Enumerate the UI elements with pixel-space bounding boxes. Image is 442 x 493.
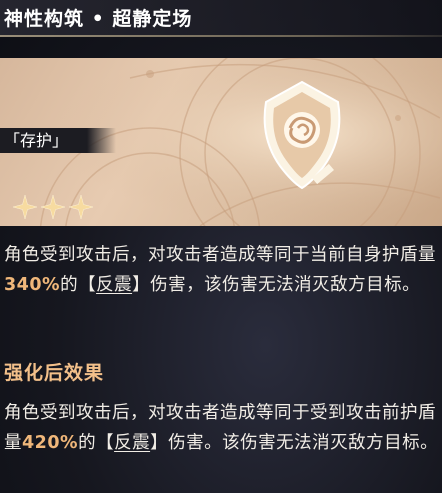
star-icon <box>40 194 66 220</box>
effect-text: 伤害，该伤害无法消灭敌方目标。 <box>150 275 421 295</box>
star-icon <box>68 194 94 220</box>
effect-text: 伤害。该伤害无法消灭敌方目标。 <box>168 433 439 453</box>
title-divider <box>0 35 442 37</box>
bracket: 】 <box>150 433 169 453</box>
star-icon <box>12 194 38 220</box>
enhanced-effect-title: 强化后效果 <box>4 362 105 384</box>
bracket: 【 <box>78 275 97 295</box>
effect-text: 角色受到攻击后，对攻击者造成等同于当前自身护盾量 <box>4 245 436 265</box>
shield-rose-icon <box>263 80 341 190</box>
category-tag: 「存护」 <box>0 128 116 153</box>
effect-text: 的 <box>60 275 79 295</box>
rarity-stars <box>12 194 94 220</box>
base-effect-text: 角色受到攻击后，对攻击者造成等同于当前自身护盾量 340%的【反震】伤害，该伤害无… <box>4 240 440 300</box>
shield-percent-value: 420% <box>22 433 79 453</box>
page-title: 神性构筑 • 超静定场 <box>4 8 193 30</box>
effect-text: 的 <box>78 433 97 453</box>
enhanced-effect-text: 角色受到攻击后，对攻击者造成等同于受到攻击前护盾量420%的【反震】伤害。该伤害… <box>4 398 440 458</box>
shield-percent-value: 340% <box>4 275 61 295</box>
keyword-link[interactable]: 反震 <box>96 275 132 295</box>
bracket: 】 <box>132 275 151 295</box>
keyword-link[interactable]: 反震 <box>114 433 150 453</box>
bracket: 【 <box>96 433 115 453</box>
